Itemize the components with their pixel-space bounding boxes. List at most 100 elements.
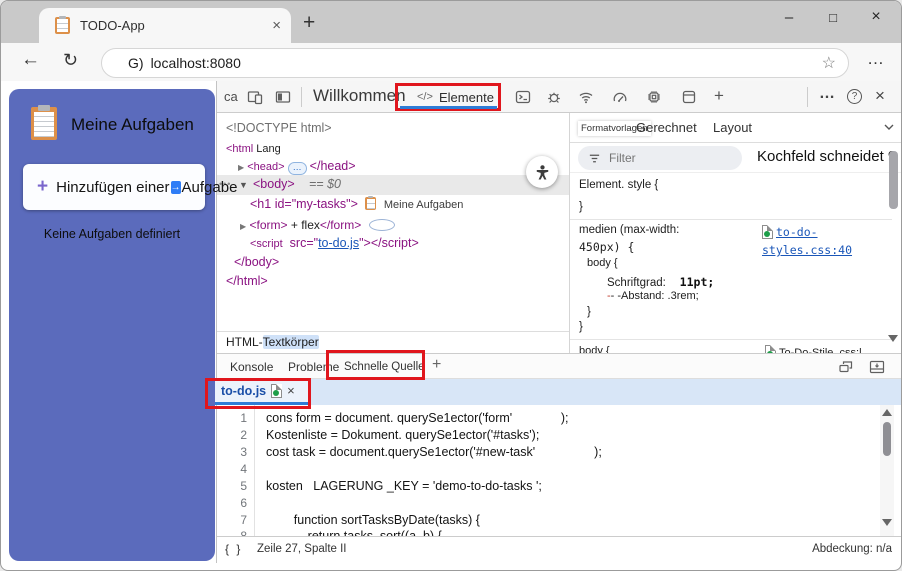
line-number: 3 [240, 445, 247, 459]
url-site-icon: G) [128, 55, 144, 71]
memory-cpu-icon[interactable] [646, 89, 662, 105]
media-rule-source[interactable]: to-do-styles.css:40 [762, 223, 901, 259]
tab-console[interactable]: Konsole [230, 360, 273, 374]
reload-button[interactable]: ↻ [63, 50, 78, 71]
gutter-divider [254, 405, 255, 536]
tab-computed[interactable]: Gerechnet [636, 120, 697, 135]
html-open-line: <html Lang [226, 143, 281, 155]
flex-badge-outline [368, 219, 395, 231]
html-close-line: </html> [226, 274, 268, 288]
chevron-down-icon[interactable] [882, 120, 896, 134]
line-number: 2 [240, 428, 247, 442]
app-title: Meine Aufgaben [71, 115, 194, 134]
undock-panel-icon[interactable] [838, 359, 854, 375]
line-number: 4 [240, 462, 247, 476]
styles-scroll-down-icon[interactable] [888, 335, 898, 342]
h1-clipboard-icon [365, 196, 377, 210]
devtools-menu-icon[interactable]: … [819, 85, 835, 103]
window-maximize-button[interactable]: □ [816, 1, 850, 33]
code-line: Kostenliste = Dokument. querySe1ector('#… [266, 428, 540, 442]
focus-cursor-icon: → [170, 180, 181, 194]
help-icon[interactable]: ? [847, 89, 862, 104]
body-close-line: </body> [234, 255, 280, 269]
source-editor[interactable]: 1 2 3 4 5 6 7 8 cons form = document. qu… [217, 405, 901, 543]
browser-tab[interactable]: TODO-App × [39, 8, 291, 43]
css-declaration-gap[interactable]: -- -Abstand: .3rem; [607, 290, 699, 302]
network-wifi-icon[interactable] [578, 89, 594, 105]
devtools-close-icon[interactable]: × [875, 86, 885, 106]
elements-tree[interactable]: <!DOCTYPE html> <html Lang ▶ <head> … </… [217, 113, 569, 331]
hov-cls-label[interactable]: Kochfeld schneidet 9 a [757, 148, 901, 165]
scroll-up-icon [882, 409, 892, 416]
add-panel-icon[interactable]: + [714, 86, 724, 106]
drawer-add-tab-icon[interactable]: + [432, 356, 441, 374]
add-task-button[interactable]: + Hinzufügen einer → Aufgabe [23, 164, 237, 210]
accessibility-fab[interactable] [526, 156, 558, 188]
element-style-close: } [579, 201, 583, 213]
tab-strip: TODO-App × + – □ × [1, 1, 901, 43]
code-line: kosten LAGERUNG _KEY = 'demo-to-do-tasks… [266, 479, 542, 493]
new-tab-button[interactable]: + [303, 11, 315, 35]
coverage-label: Abdeckung: n/a [812, 543, 892, 555]
inline-expand-icon[interactable]: … [287, 162, 307, 175]
source-tabs-row: to-do.js × [209, 379, 901, 405]
browser-window: TODO-App × + – □ × ← ↻ … G) localhost:80… [0, 0, 902, 571]
styles-filter-row: Kochfeld schneidet 9 a [570, 143, 901, 173]
rule-divider-2 [570, 339, 892, 340]
toolbar-separator-2 [807, 87, 808, 107]
tab-welcome[interactable]: Willkommen [313, 86, 406, 106]
tab-favicon-clipboard-icon [55, 15, 70, 34]
tab-layout[interactable]: Layout [713, 120, 752, 135]
performance-gauge-icon[interactable] [612, 89, 628, 105]
browser-menu-button[interactable]: … [867, 49, 885, 69]
console-drawer-icon[interactable] [515, 89, 531, 105]
window-close-button[interactable]: × [859, 1, 893, 33]
script-line[interactable]: <script src="to-do.js"></script> [250, 236, 419, 250]
devtools-panel: ca Willkommen </> Elemente + … ? × <!DOC… [209, 81, 901, 563]
editor-scrollbar[interactable] [880, 405, 894, 536]
h1-line[interactable]: <h1 id="my-tasks"> Meine Aufgaben [250, 196, 463, 211]
code-line: function sortTasksByDate(tasks) { [266, 513, 480, 527]
styles-filter-input[interactable] [607, 150, 717, 166]
code-line: cost task = document.querySe1ector('#new… [266, 445, 602, 459]
inspect-element-icon[interactable]: ca [224, 89, 238, 104]
dock-bottom-icon[interactable] [869, 359, 885, 375]
bug-icon[interactable] [546, 89, 562, 105]
styles-scrollbar-thumb[interactable] [889, 151, 898, 209]
body-line-selected[interactable]: ••• ▼ <body> == $0 [217, 175, 569, 195]
scroll-down-icon [882, 519, 892, 526]
tab-close-icon[interactable]: × [272, 17, 281, 34]
doctype-line: <!DOCTYPE html> [226, 121, 332, 135]
favorite-star-icon[interactable]: ☆ [822, 53, 836, 73]
todo-app-panel: Meine Aufgaben + Hinzufügen einer → Aufg… [9, 89, 237, 561]
add-task-label-overflow: Aufgabe [181, 178, 238, 196]
drawer-tabbar: Konsole Probleme Schnelle Quelle + [217, 353, 901, 379]
line-number: 6 [240, 496, 247, 510]
add-task-label: Hinzufügen einer [56, 178, 170, 196]
form-line[interactable]: ▶ <form> + flex</form> [240, 218, 395, 232]
filter-icon [589, 154, 600, 162]
elements-tab-active-underline [400, 106, 497, 109]
window-minimize-button[interactable]: – [772, 1, 806, 33]
back-button[interactable]: ← [21, 49, 40, 71]
app-clipboard-icon [31, 104, 57, 140]
styles-tabbar: Formatvorlagen Gerechnet Layout [570, 113, 901, 143]
script-src-link[interactable]: to-do.js [318, 236, 359, 250]
file-icon [762, 225, 773, 239]
url-text: localhost:8080 [150, 55, 241, 71]
editor-scrollbar-thumb [883, 422, 891, 456]
url-bar[interactable]: G) localhost:8080 ☆ [101, 48, 849, 78]
annotation-box-quick-source [326, 350, 425, 380]
plus-icon: + [37, 176, 49, 197]
device-emulation-icon[interactable] [247, 89, 263, 105]
format-braces-button[interactable]: { } [225, 542, 242, 556]
dock-side-icon[interactable] [275, 89, 291, 105]
styles-filter[interactable] [578, 146, 742, 170]
media-rule-line2: 450px) { [579, 240, 635, 254]
element-style-rule[interactable]: Element. style { [579, 179, 658, 191]
application-storage-icon[interactable] [681, 89, 697, 105]
css-declaration-fontsize[interactable]: Schriftgrad: 11pt; [607, 273, 714, 291]
head-line[interactable]: ▶ <head> … </head> [238, 159, 356, 175]
line-number: 7 [240, 513, 247, 527]
code-line: cons form = document. querySe1ector('for… [266, 411, 569, 425]
